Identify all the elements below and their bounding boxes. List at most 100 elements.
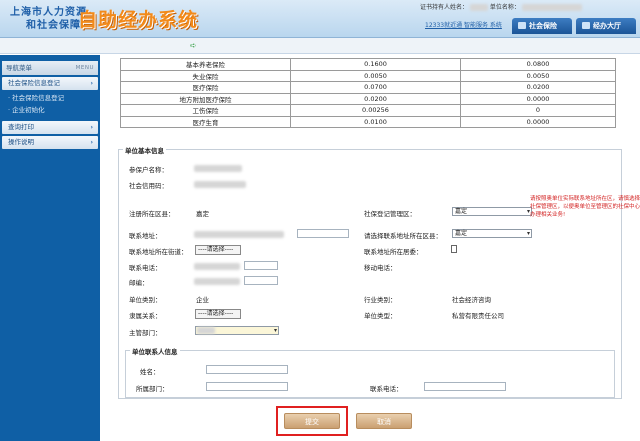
tab-icon bbox=[582, 22, 590, 29]
rate-cell-rate2: 0.0200 bbox=[460, 81, 616, 94]
table-row: 失业保险 0.0050 0.0050 bbox=[120, 69, 616, 82]
tab-icon bbox=[518, 22, 526, 29]
postcode-label: 邮编： bbox=[129, 279, 149, 287]
committee-checkbox[interactable] bbox=[451, 245, 457, 253]
sidebar-item-instructions[interactable]: 操作说明 › bbox=[2, 136, 98, 149]
phone-label: 联系电话： bbox=[129, 264, 162, 272]
rate-cell-name: 医疗保险 bbox=[120, 81, 291, 94]
rate-cell-name: 工伤保险 bbox=[120, 104, 291, 117]
sidebar-item-query-print[interactable]: 查询打印 › bbox=[2, 121, 98, 134]
address-district-select[interactable]: 嘉定 bbox=[452, 229, 532, 238]
si-district-label: 社保登记管理区： bbox=[364, 210, 416, 218]
section-title: 单位基本信息 bbox=[123, 145, 166, 155]
address-redacted bbox=[194, 231, 284, 238]
sidebar-header-en: MENU bbox=[75, 65, 94, 71]
table-row: 工伤保险 0.00256 0 bbox=[120, 104, 616, 117]
rate-cell-rate1: 0.0200 bbox=[290, 92, 461, 105]
toolbar-strip: ➪ bbox=[0, 38, 640, 54]
table-row: 医疗生育 0.0100 0.0000 bbox=[120, 115, 616, 128]
sidebar-sublist: · 社会保险信息登记 · 企业初始化 bbox=[2, 90, 98, 119]
rate-table: 基本养老保险 0.1600 0.0800 失业保险 0.0050 0.0050 医疗保险 0.… bbox=[120, 58, 616, 128]
main-content: 基本养老保险 0.1600 0.0800 失业保险 0.0050 0.0050 医疗保险 0.… bbox=[100, 55, 640, 441]
phone-redacted bbox=[194, 263, 240, 270]
rate-cell-rate1: 0.1600 bbox=[290, 58, 461, 71]
contact-name-input[interactable] bbox=[206, 365, 288, 374]
postcode-input[interactable] bbox=[244, 276, 278, 285]
toggle-arrow-icon[interactable]: ➪ bbox=[190, 41, 197, 50]
service-link[interactable]: 12333就近通 智能服务 系统 bbox=[425, 20, 502, 29]
rate-cell-rate2: 0.0000 bbox=[460, 92, 616, 105]
app-title: 自助经办系统 bbox=[78, 9, 199, 31]
industry-value: 社会经济咨询 bbox=[452, 296, 491, 304]
unit-type-value: 企业 bbox=[196, 296, 209, 304]
address-label: 联系地址： bbox=[129, 232, 162, 240]
rate-cell-rate2: 0.0000 bbox=[460, 115, 616, 128]
app-header: 上海市人力资源 和社会保障 自助经办系统 证书持有人姓名： 单位名称： 1233… bbox=[0, 0, 640, 38]
tab-label: 经办大厅 bbox=[593, 22, 621, 30]
dept-label: 主管部门： bbox=[129, 329, 162, 337]
street-label: 联系地址所在街道： bbox=[129, 248, 188, 256]
dept-redacted bbox=[197, 327, 215, 334]
street-select[interactable]: ----请选择---- bbox=[195, 245, 241, 255]
address-district-label: 请选择联系地址所在区县： bbox=[364, 232, 442, 240]
entity-type-label: 单位类型： bbox=[364, 312, 397, 320]
unit-name-redacted bbox=[521, 4, 582, 11]
rate-cell-name: 地方附加医疗保险 bbox=[120, 92, 291, 105]
unit-type-label: 单位类别： bbox=[129, 296, 162, 304]
committee-label: 联系地址所在居委： bbox=[364, 248, 423, 256]
sidebar-subitem-si-registration[interactable]: · 社会保险信息登记 bbox=[8, 92, 98, 104]
rate-cell-rate2: 0.0800 bbox=[460, 58, 616, 71]
contact-dept-input[interactable] bbox=[206, 382, 288, 391]
sidebar-header: 导航菜单 MENU bbox=[2, 61, 98, 75]
table-row: 地方附加医疗保险 0.0200 0.0000 bbox=[120, 92, 616, 105]
rate-cell-rate1: 0.0050 bbox=[290, 69, 461, 82]
insured-name-label: 参保户名称： bbox=[129, 166, 168, 174]
industry-label: 行业类别： bbox=[364, 296, 397, 304]
chevron-right-icon: › bbox=[90, 138, 93, 146]
sidebar-item-label: 操作说明 bbox=[8, 138, 34, 146]
affiliation-label: 隶属关系： bbox=[129, 312, 162, 320]
rate-cell-rate1: 0.00256 bbox=[290, 104, 461, 117]
credit-code-label: 社会信用码： bbox=[129, 182, 168, 190]
user-label: 证书持有人姓名： bbox=[420, 4, 469, 11]
unit-label: 单位名称： bbox=[489, 4, 520, 11]
contact-name-label: 姓名： bbox=[140, 368, 160, 376]
affiliation-select[interactable]: ----请选择---- bbox=[195, 309, 241, 319]
insured-name-redacted bbox=[194, 165, 242, 172]
phone-input[interactable] bbox=[244, 261, 278, 270]
rate-cell-name: 失业保险 bbox=[120, 69, 291, 82]
user-info: 证书持有人姓名： 单位名称： bbox=[420, 2, 582, 11]
reg-district-label: 注册所在区县： bbox=[129, 210, 175, 218]
rate-cell-rate2: 0.0050 bbox=[460, 69, 616, 82]
chevron-right-icon: › bbox=[90, 123, 93, 131]
sidebar-item-label: 社会保险信息登记 bbox=[8, 79, 60, 87]
tab-service-hall[interactable]: 经办大厅 bbox=[576, 18, 636, 34]
sidebar-header-label: 导航菜单 bbox=[6, 64, 32, 72]
cancel-button[interactable]: 取消 bbox=[356, 413, 412, 429]
district-warning: 请按照奥单位实际联系地址所在区，请慎选择社保管理区，以便奥单位至管理区的社保中心… bbox=[530, 196, 640, 218]
credit-code-redacted bbox=[194, 181, 246, 188]
submit-highlight-box bbox=[276, 406, 348, 436]
address-input[interactable] bbox=[297, 229, 349, 238]
sidebar-item-si-registration[interactable]: 社会保险信息登记 › bbox=[2, 77, 98, 90]
tab-social-insurance[interactable]: 社会保险 bbox=[512, 18, 572, 34]
table-row: 医疗保险 0.0700 0.0200 bbox=[120, 81, 616, 94]
rate-cell-name: 基本养老保险 bbox=[120, 58, 291, 71]
chevron-right-icon: › bbox=[90, 79, 93, 87]
entity-type-value: 私营有限责任公司 bbox=[452, 312, 504, 320]
sidebar-subitem-enterprise-init[interactable]: · 企业初始化 bbox=[8, 104, 98, 116]
table-row: 基本养老保险 0.1600 0.0800 bbox=[120, 58, 616, 71]
section-title: 单位联系人信息 bbox=[130, 346, 180, 356]
rate-cell-rate1: 0.0100 bbox=[290, 115, 461, 128]
contact-phone-input[interactable] bbox=[424, 382, 506, 391]
sidebar-item-label: 查询打印 bbox=[8, 123, 34, 131]
mobile-label: 移动电话： bbox=[364, 264, 397, 272]
unit-info-section: 单位基本信息 参保户名称： 社会信用码： 注册所在区县： 嘉定 社保登记管理区：… bbox=[118, 145, 622, 399]
postcode-redacted bbox=[194, 278, 240, 285]
user-name-redacted bbox=[469, 4, 488, 11]
logo-line2: 和社会保障 bbox=[26, 20, 81, 31]
contact-phone-label: 联系电话： bbox=[370, 385, 403, 393]
rate-cell-rate2: 0 bbox=[460, 104, 616, 117]
contact-dept-label: 所属部门： bbox=[136, 385, 169, 393]
si-district-select[interactable]: 嘉定 bbox=[452, 207, 532, 216]
